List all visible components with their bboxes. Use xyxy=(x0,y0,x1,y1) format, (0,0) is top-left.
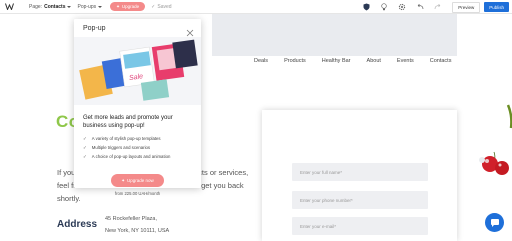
cherry-image[interactable] xyxy=(478,100,512,190)
chat-button[interactable] xyxy=(485,213,504,232)
intro-line: ucts or services, xyxy=(194,168,249,177)
popup-price: from 225.00 UAH/month xyxy=(114,191,161,196)
popup-headline: Get more leads and promote your business… xyxy=(83,115,173,129)
contact-form[interactable]: Enter your full name* Enter your phone n… xyxy=(262,110,457,241)
gear-icon[interactable] xyxy=(398,3,406,11)
nav-item-about[interactable]: About xyxy=(367,58,381,64)
check-icon: ✓ xyxy=(151,3,156,10)
undo-icon[interactable] xyxy=(416,3,424,11)
chat-icon xyxy=(490,218,499,227)
upgrade-button[interactable]: ✦ Upgrade xyxy=(110,2,146,11)
popups-dropdown-label: Pop-ups xyxy=(77,3,97,10)
close-icon[interactable] xyxy=(186,24,194,37)
redo-icon[interactable] xyxy=(434,3,442,11)
email-field[interactable]: Enter your e-mail* xyxy=(292,217,428,235)
site-navigation: Deals Products Healthy Bar About Events … xyxy=(254,58,451,64)
nav-item-deals[interactable]: Deals xyxy=(254,58,268,64)
phone-field[interactable]: Enter your phone number* xyxy=(292,191,428,209)
logo-icon[interactable] xyxy=(5,2,14,11)
popup-upgrade-dialog: Pop-up Sale Get more leads and promote y… xyxy=(74,19,201,196)
upgrade-button-label: Upgrade xyxy=(121,4,140,9)
check-icon: ✓ xyxy=(83,153,87,159)
saved-status-label: Saved xyxy=(157,3,172,10)
address-line[interactable]: New York, NY 10111, USA xyxy=(105,228,169,234)
editor-toolbar: Page: Contacts Pop-ups ✦ Upgrade ✓ Saved… xyxy=(0,0,512,14)
check-icon: ✓ xyxy=(83,144,87,150)
upgrade-now-label: Upgrade now xyxy=(127,178,154,183)
saved-status: ✓ Saved xyxy=(151,4,171,10)
address-line[interactable]: 45 Rockefeller Plaza, xyxy=(105,216,157,222)
page-selector-prefix: Page: xyxy=(29,3,43,10)
page-selector-value: Contacts xyxy=(44,3,66,10)
nav-item-products[interactable]: Products xyxy=(284,58,306,64)
address-heading[interactable]: Address xyxy=(57,219,97,230)
feature-label: A variety of stylish pop-up templates xyxy=(91,136,161,141)
chevron-down-icon xyxy=(67,5,72,8)
list-item: ✓ A variety of stylish pop-up templates xyxy=(83,134,170,143)
nav-item-events[interactable]: Events xyxy=(397,58,414,64)
full-name-field[interactable]: Enter your full name* xyxy=(292,163,428,181)
feature-label: Multiple triggers and scenarios xyxy=(91,145,151,150)
feature-label: A choice of pop-up layouts and animation xyxy=(91,154,171,159)
chevron-down-icon xyxy=(98,5,103,8)
intro-text-right[interactable]: ucts or services, ill get you back xyxy=(194,166,248,192)
list-item: ✓ Multiple triggers and scenarios xyxy=(83,143,170,152)
upgrade-now-button[interactable]: ✦ Upgrade now xyxy=(111,174,164,187)
header-image-placeholder[interactable] xyxy=(212,14,457,56)
page-selector[interactable]: Page: Contacts xyxy=(29,3,72,10)
popup-feature-list: ✓ A variety of stylish pop-up templates ✓… xyxy=(83,134,170,161)
check-icon: ✓ xyxy=(83,135,87,141)
preview-button[interactable]: Preview xyxy=(452,1,481,13)
popup-title: Pop-up xyxy=(83,25,106,32)
publish-button[interactable]: Publish xyxy=(484,2,509,12)
upgrade-icon: ✦ xyxy=(116,3,120,9)
popup-templates-illustration: Sale xyxy=(74,37,201,105)
nav-item-contacts[interactable]: Contacts xyxy=(430,58,452,64)
upgrade-icon: ✦ xyxy=(121,177,125,183)
shield-icon[interactable] xyxy=(362,3,370,11)
intro-line: ill get you back xyxy=(194,181,244,190)
popups-dropdown[interactable]: Pop-ups xyxy=(77,3,103,10)
bulb-icon[interactable] xyxy=(380,3,388,11)
list-item: ✓ A choice of pop-up layouts and animatio… xyxy=(83,152,170,161)
nav-item-healthy-bar[interactable]: Healthy Bar xyxy=(322,58,351,64)
